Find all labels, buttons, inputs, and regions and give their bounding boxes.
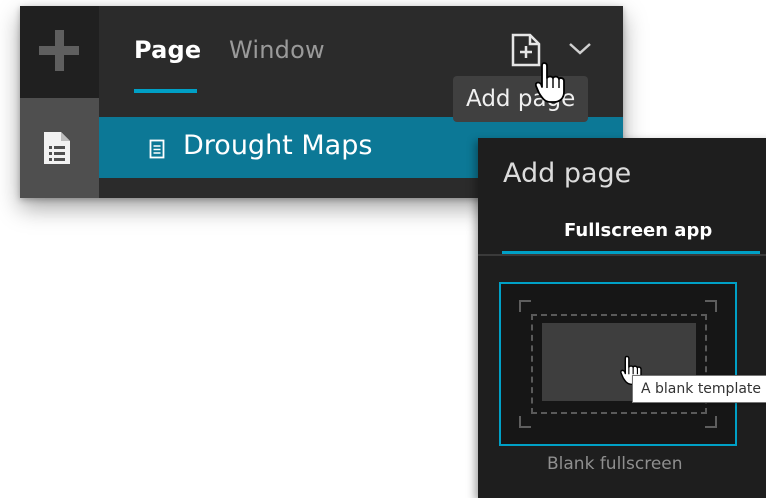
template-blank-fullscreen[interactable] <box>499 282 737 446</box>
active-tab-indicator <box>134 89 197 93</box>
plus-icon-bar <box>55 30 64 71</box>
active-tab-indicator <box>502 251 760 254</box>
hand-cursor-icon <box>535 62 565 103</box>
template-caption: Blank fullscreen <box>547 454 683 474</box>
page-list-icon <box>44 132 70 164</box>
frame-corner <box>519 300 531 312</box>
add-page-tooltip: Add page <box>453 76 589 122</box>
page-item-label: Drought Maps <box>183 130 373 161</box>
document-icon <box>149 139 165 159</box>
tab-window[interactable]: Window <box>229 36 325 64</box>
frame-corner <box>519 416 531 428</box>
tab-divider <box>478 254 766 256</box>
template-tooltip: A blank template <box>632 375 766 403</box>
add-page-popup: Add page Fullscreen app Blank fullscreen <box>478 138 766 498</box>
chevron-down-icon[interactable] <box>567 41 593 57</box>
frame-corner <box>705 416 717 428</box>
add-button[interactable] <box>20 6 99 98</box>
tab-fullscreen-app[interactable]: Fullscreen app <box>564 220 712 241</box>
pages-button[interactable] <box>20 98 99 198</box>
tab-page[interactable]: Page <box>134 36 201 64</box>
frame-corner <box>705 300 717 312</box>
popup-title: Add page <box>503 158 632 189</box>
left-toolbar <box>20 6 99 198</box>
